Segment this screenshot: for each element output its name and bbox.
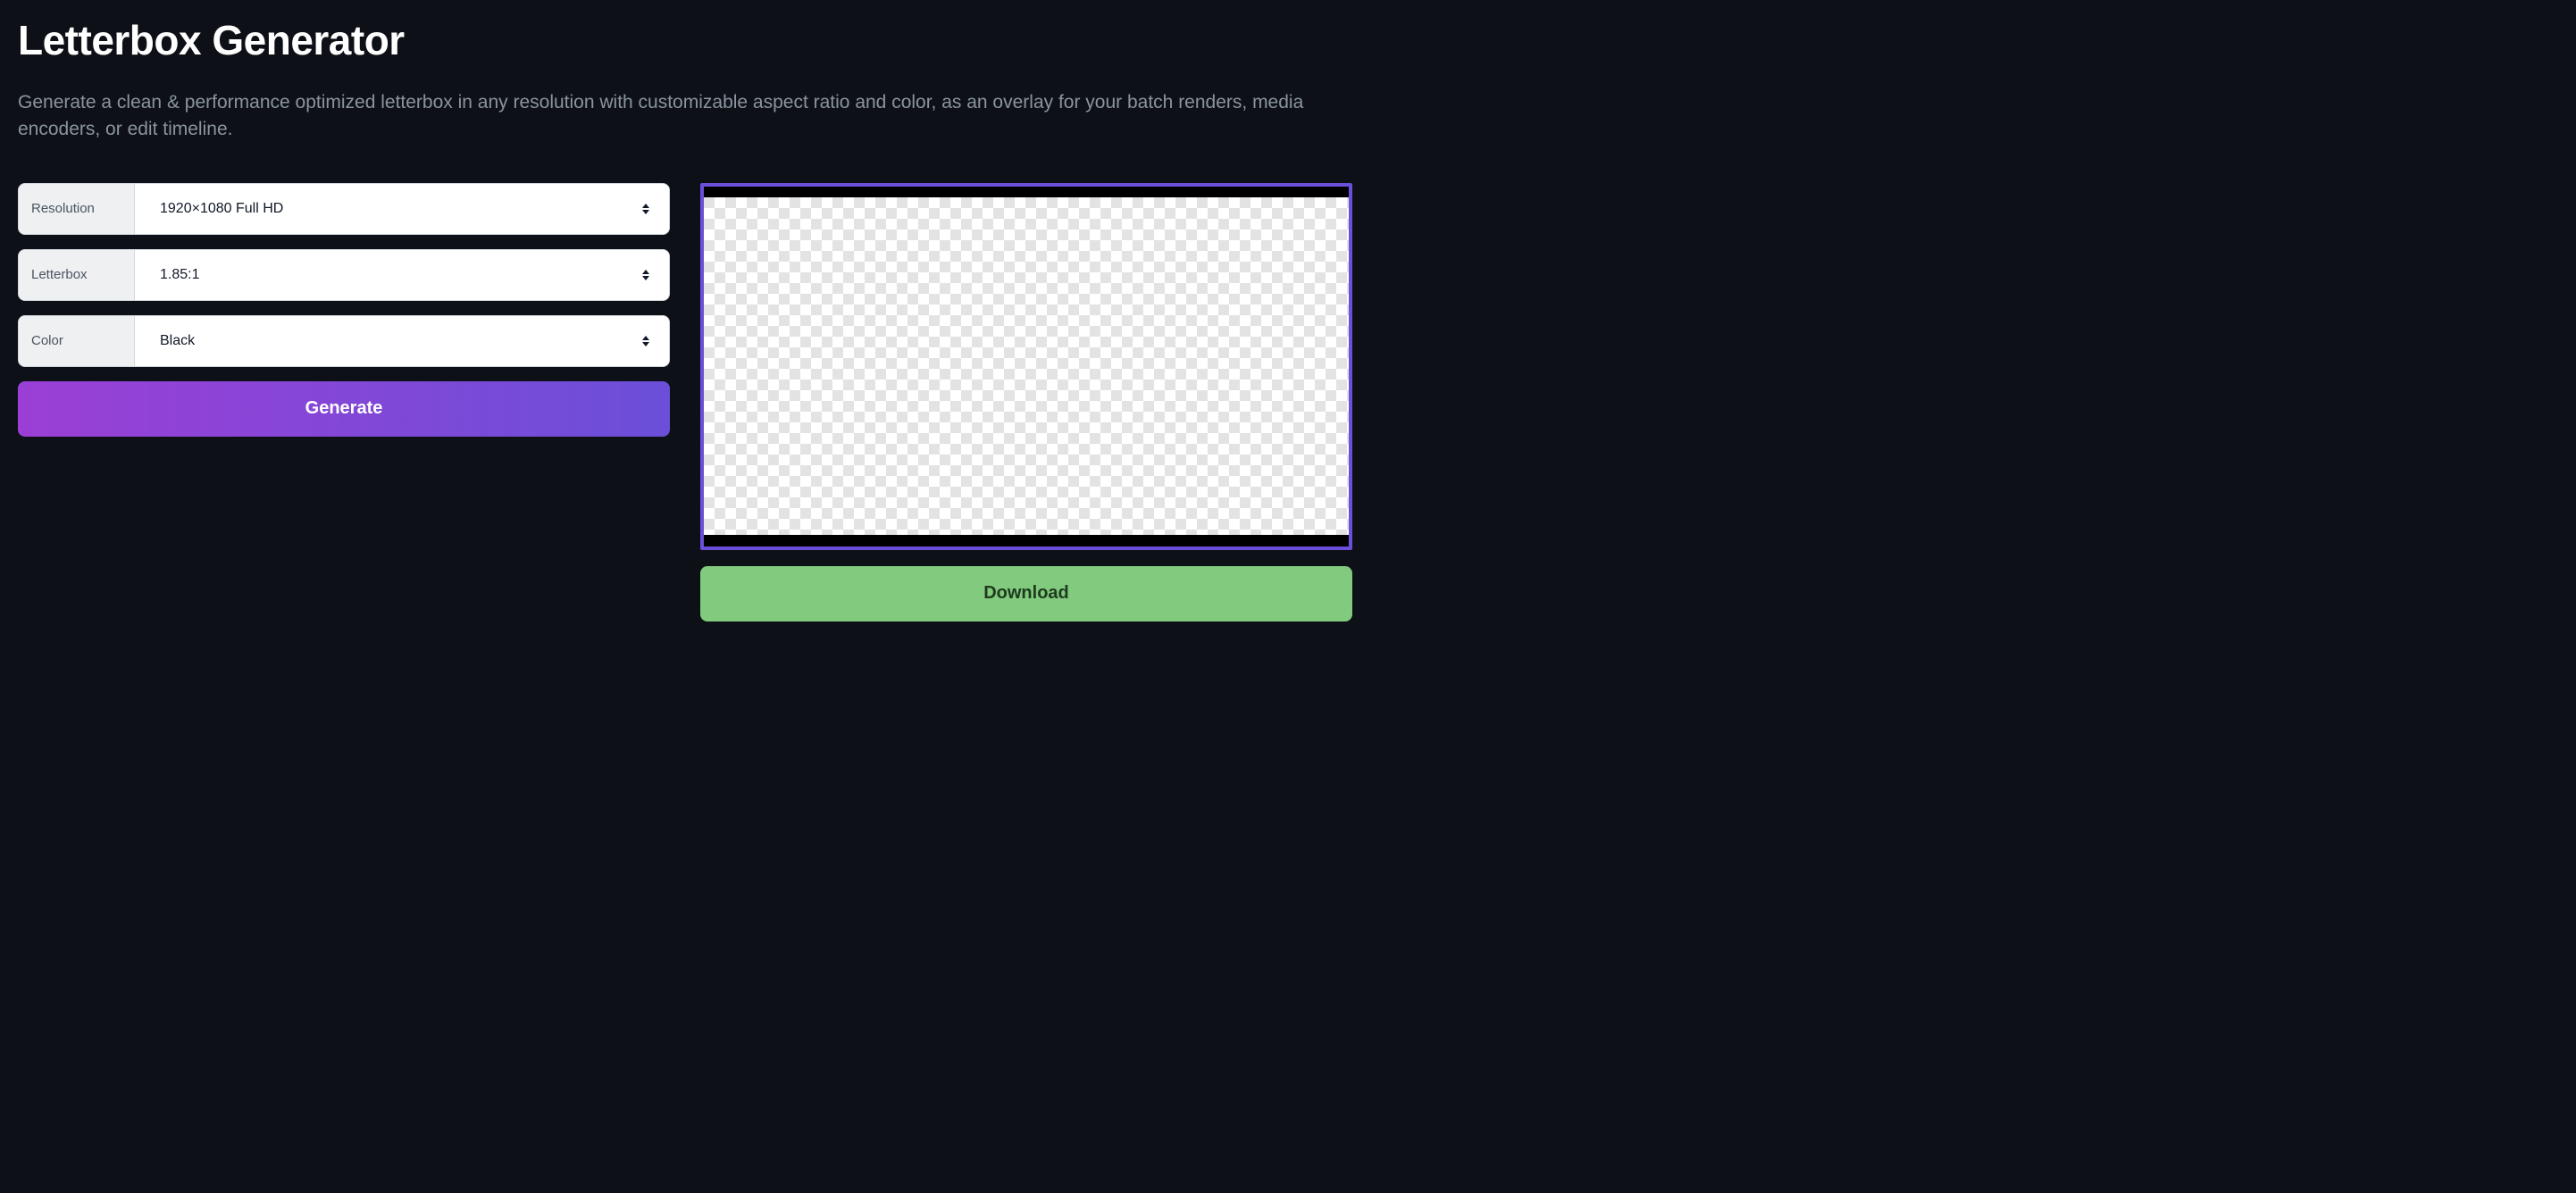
letterbox-bar-top [704, 187, 1349, 197]
preview-panel: Download [700, 183, 1352, 622]
color-field: Color Black [18, 315, 670, 367]
sort-icon [642, 270, 649, 280]
color-select[interactable]: Black [135, 316, 669, 366]
generate-button[interactable]: Generate [18, 381, 670, 437]
color-value: Black [160, 333, 195, 349]
resolution-label: Resolution [19, 184, 135, 234]
letterbox-bar-bottom [704, 535, 1349, 546]
page-title: Letterbox Generator [18, 16, 2558, 64]
resolution-field: Resolution 1920×1080 Full HD [18, 183, 670, 235]
sort-icon [642, 336, 649, 346]
form-panel: Resolution 1920×1080 Full HD Letterbox 1… [18, 183, 670, 437]
page-subtitle: Generate a clean & performance optimized… [18, 89, 1313, 144]
download-button[interactable]: Download [700, 566, 1352, 622]
letterbox-label: Letterbox [19, 250, 135, 300]
resolution-select[interactable]: 1920×1080 Full HD [135, 184, 669, 234]
color-label: Color [19, 316, 135, 366]
preview-canvas [700, 183, 1352, 550]
letterbox-field: Letterbox 1.85:1 [18, 249, 670, 301]
letterbox-select[interactable]: 1.85:1 [135, 250, 669, 300]
resolution-value: 1920×1080 Full HD [160, 201, 283, 217]
sort-icon [642, 204, 649, 214]
letterbox-value: 1.85:1 [160, 267, 199, 283]
